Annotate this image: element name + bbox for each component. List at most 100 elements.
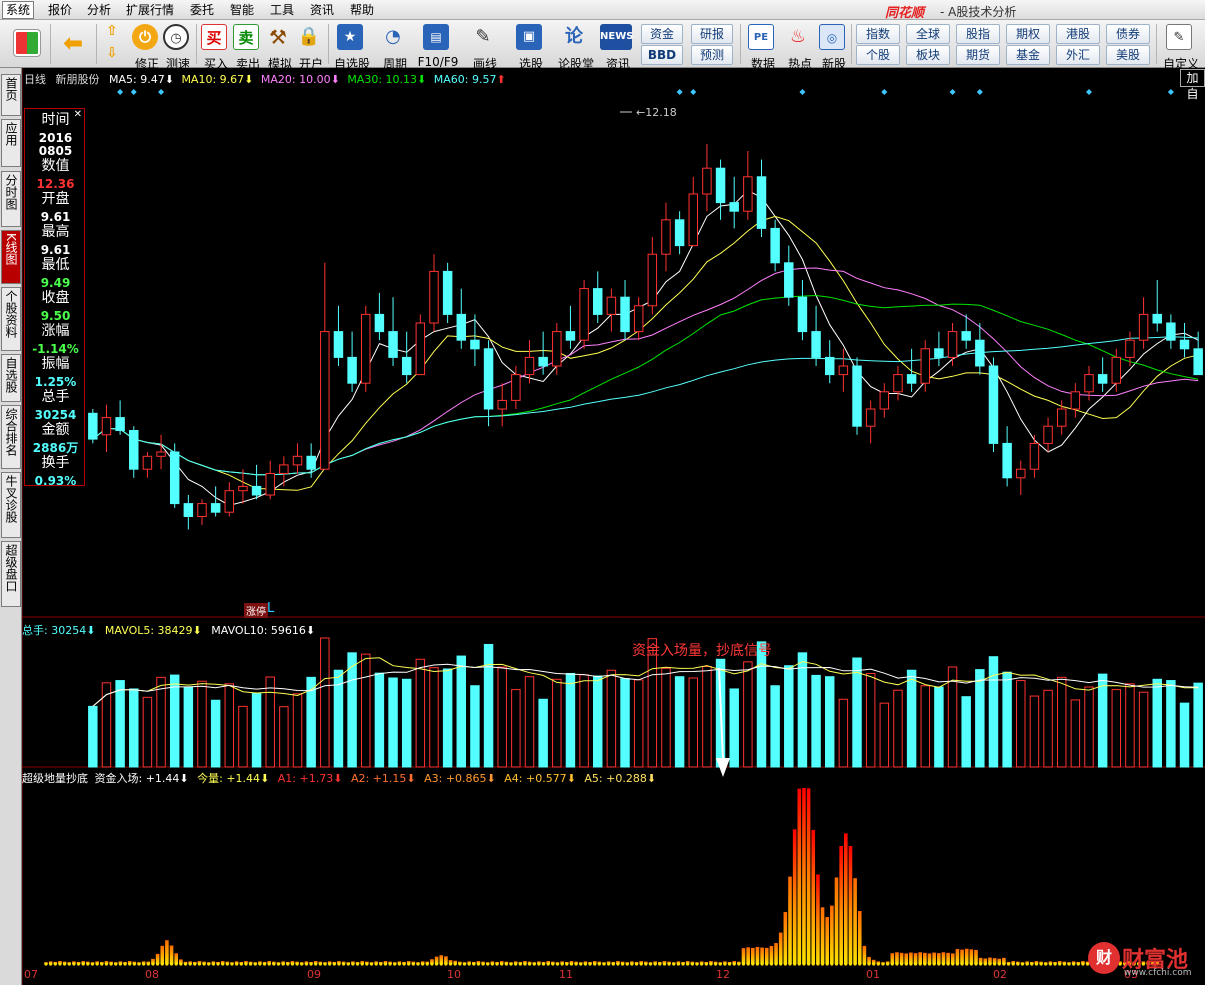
indicator-dot	[727, 962, 732, 966]
side-tab-profile[interactable]: 个股资料	[1, 287, 21, 351]
volume-bar	[320, 637, 330, 768]
menu-extended[interactable]: 扩展行情	[126, 3, 174, 17]
candle-body	[1043, 425, 1053, 444]
indicator-dot	[811, 962, 815, 966]
market-futures-button[interactable]: 期货	[956, 45, 1000, 65]
volume-bar	[852, 657, 862, 768]
forum-button[interactable]: 论 论股堂	[558, 24, 594, 71]
market-forex-button[interactable]: 外汇	[1056, 45, 1100, 65]
candle-body	[784, 262, 794, 298]
power-icon: ⏻	[132, 24, 158, 50]
volume-bar	[442, 668, 453, 768]
indicator-dot	[621, 962, 625, 966]
indicator-dot	[369, 962, 374, 966]
watchlist-button[interactable]: ★ 自选股	[334, 24, 370, 71]
side-tab-apps[interactable]: 应用	[1, 119, 21, 167]
indicator-dot	[569, 962, 574, 966]
candle-body	[756, 176, 767, 229]
market-stock-button[interactable]: 个股	[856, 45, 900, 65]
f10-icon: ▤	[423, 24, 449, 50]
f10-button[interactable]: ▤ F10/F9	[418, 24, 458, 69]
indicator-dot	[272, 962, 276, 966]
market-index-button[interactable]: 指数	[856, 24, 900, 44]
indicator-dot	[58, 962, 62, 966]
fund-button[interactable]: 资金	[641, 24, 683, 44]
indicator-dot	[816, 962, 820, 966]
market-stock-index-button[interactable]: 股指	[956, 24, 1000, 44]
menu-help[interactable]: 帮助	[350, 3, 374, 17]
indicator-bar	[788, 876, 792, 964]
side-tab-intraday-label: 分时图	[4, 174, 18, 210]
open-account-button[interactable]: 🔒 开户	[296, 24, 323, 71]
volume-bar	[784, 665, 794, 768]
back-button[interactable]: ⬅	[60, 30, 86, 56]
menu-trade[interactable]: 委托	[190, 3, 214, 17]
buy-button[interactable]: 买 买入	[201, 24, 228, 71]
menu-quote[interactable]: 报价	[48, 3, 72, 17]
menu-smart[interactable]: 智能	[230, 3, 254, 17]
up-button[interactable]: ⇧	[103, 22, 121, 40]
layout-button[interactable]	[13, 29, 41, 57]
indicator-bar	[862, 945, 867, 964]
candle-body	[975, 339, 985, 367]
draw-line-button[interactable]: ✎ 画线	[470, 24, 497, 71]
period-button[interactable]: ◔ 周期	[380, 24, 407, 71]
indicator-dot	[1062, 962, 1066, 966]
customize-button[interactable]: ✎ 自定义	[1163, 24, 1199, 71]
add-watchlist-button[interactable]: 加自	[1180, 69, 1205, 101]
side-tab-kline[interactable]: K线图	[1, 230, 21, 284]
sell-button[interactable]: 卖 卖出	[233, 24, 260, 71]
market-options-button[interactable]: 期权	[1006, 24, 1050, 44]
candle-body	[1002, 442, 1012, 479]
menu-analysis[interactable]: 分析	[87, 3, 111, 17]
menu-tools[interactable]: 工具	[270, 3, 294, 17]
indicator-dot	[476, 962, 481, 966]
low-label: 最低	[41, 257, 70, 273]
ipo-button[interactable]: ◎ 新股	[819, 24, 846, 71]
indicator-dot	[500, 962, 504, 966]
market-us-button[interactable]: 美股	[1106, 45, 1150, 65]
forecast-button[interactable]: 预测	[691, 45, 733, 65]
volume-bar	[101, 682, 112, 768]
indicator-dot	[890, 962, 894, 966]
indicator-dot	[588, 962, 592, 966]
market-hk-button[interactable]: 港股	[1056, 24, 1100, 44]
indicator-dot	[611, 962, 615, 966]
market-global-button[interactable]: 全球	[906, 24, 950, 44]
turnover-label: 换手	[41, 455, 70, 471]
hot-button[interactable]: ♨ 热点	[785, 24, 812, 71]
news-button[interactable]: NEWS 资讯	[600, 24, 633, 71]
side-tab-home-label: 首页	[4, 77, 18, 101]
side-tab-intraday[interactable]: 分时图	[1, 171, 21, 227]
indicator-dot	[541, 962, 546, 966]
indicator-dot	[932, 962, 936, 966]
indicator-dot	[379, 962, 383, 966]
price-header: 日线 新朋股份 MA5: 9.47⬇ MA10: 9.67⬇ MA20: 10.…	[24, 73, 506, 86]
bbd-button[interactable]: BBD	[641, 45, 683, 65]
indicator-dot	[407, 962, 411, 966]
market-sector-button[interactable]: 板块	[906, 45, 950, 65]
indicator-bar	[751, 947, 755, 964]
market-bond-button[interactable]: 债券	[1106, 24, 1150, 44]
side-tab-home[interactable]: 首页	[1, 74, 21, 116]
data-button[interactable]: PE 数据	[748, 24, 775, 71]
market-fund-button[interactable]: 基金	[1006, 45, 1050, 65]
side-tab-ranking[interactable]: 综合排名	[1, 405, 21, 469]
research-button[interactable]: 研报	[691, 24, 733, 44]
stock-picker-button[interactable]: ▣ 选股	[516, 24, 543, 71]
volume-bar	[824, 676, 835, 768]
indicator-dot	[104, 962, 109, 966]
speed-test-button[interactable]: ◷ 测速	[163, 24, 190, 71]
side-tab-diagnosis[interactable]: 牛叉诊股	[1, 472, 21, 538]
kline-chart[interactable]	[22, 68, 1205, 985]
watermark-url: www.cfchi.com	[1124, 968, 1192, 978]
indicator-bar	[909, 952, 913, 964]
correct-button[interactable]: ⏻ 修正	[132, 24, 159, 71]
menu-system[interactable]: 系统	[2, 1, 35, 19]
side-tab-watchlist[interactable]: 自选股	[1, 354, 21, 402]
menu-news[interactable]: 资讯	[310, 3, 334, 17]
simulate-button[interactable]: ⚒ 模拟	[265, 24, 292, 71]
indicator-dot	[532, 962, 536, 966]
indicator-dot	[95, 962, 99, 966]
side-tab-super-panel[interactable]: 超级盘口	[1, 541, 21, 607]
